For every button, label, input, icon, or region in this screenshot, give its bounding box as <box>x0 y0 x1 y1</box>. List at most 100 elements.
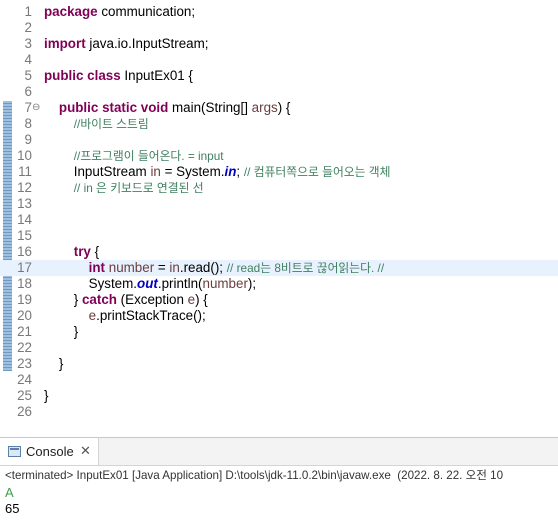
code-token: e <box>88 308 97 323</box>
code-token: = System. <box>160 164 225 179</box>
line-number: 6 <box>24 84 32 99</box>
code-line[interactable]: 22 <box>0 340 558 356</box>
code-line[interactable]: 15 <box>0 228 558 244</box>
code-line[interactable]: 18 System.out.println(number); <box>0 276 558 292</box>
fold-toggle-icon[interactable]: ⊖ <box>32 100 40 116</box>
code-line[interactable]: 9 <box>0 132 558 148</box>
code-line[interactable]: 6 <box>0 84 558 100</box>
console-output-line: 65 <box>5 501 20 516</box>
code-text: int number = in.read(); // read는 8비트로 끊어… <box>44 260 384 276</box>
code-keyword: try <box>73 244 91 259</box>
line-number: 13 <box>17 196 32 211</box>
code-token: .read(); <box>179 260 227 275</box>
code-text: } <box>44 324 79 340</box>
line-number: 8 <box>24 116 32 131</box>
code-token: ) { <box>277 100 291 115</box>
code-text: } catch (Exception e) { <box>44 292 208 308</box>
code-comment: //프로그램이 들어온다. = input <box>73 149 224 163</box>
code-token: number <box>108 260 155 275</box>
code-line[interactable]: 17 int number = in.read(); // read는 8비트로… <box>0 260 558 276</box>
code-token: { <box>90 244 100 259</box>
code-editor[interactable]: 1 package communication; 2 3 import java.io.… <box>0 0 558 420</box>
code-line[interactable]: 25} <box>0 388 558 404</box>
code-line[interactable]: 1 package communication; <box>0 4 558 20</box>
code-token: e <box>187 292 196 307</box>
code-line[interactable]: 21 } <box>0 324 558 340</box>
code-line[interactable]: 8 //바이트 스트림 <box>0 116 558 132</box>
code-line[interactable]: 7 ⊖ public static void main(String[] args… <box>0 100 558 116</box>
code-line[interactable]: 26 <box>0 404 558 420</box>
code-keyword: public <box>58 100 99 115</box>
code-text: e.printStackTrace(); <box>44 308 206 324</box>
code-token: main(String[] <box>168 100 252 115</box>
code-token: = <box>154 260 170 275</box>
line-number: 16 <box>17 244 32 259</box>
code-keyword: catch <box>81 292 117 307</box>
code-line[interactable]: 24 <box>0 372 558 388</box>
line-number: 10 <box>17 148 32 163</box>
code-token: in <box>224 164 237 179</box>
code-line[interactable]: 10 //프로그램이 들어온다. = input <box>0 148 558 164</box>
code-token: communication; <box>97 4 196 19</box>
close-icon[interactable]: ✕ <box>80 443 91 459</box>
code-keyword: public <box>44 68 84 83</box>
line-number: 19 <box>17 292 32 307</box>
code-text: } <box>44 388 48 404</box>
code-line[interactable]: 16 try { <box>0 244 558 260</box>
code-line[interactable]: 23 } <box>0 356 558 372</box>
code-token: } <box>44 388 49 403</box>
code-keyword: void <box>140 100 169 115</box>
line-number: 4 <box>24 52 32 67</box>
code-comment: //바이트 스트림 <box>73 117 149 131</box>
code-token: in <box>150 164 161 179</box>
code-token: } <box>44 324 79 339</box>
console-icon <box>8 446 21 457</box>
code-token: .printStackTrace(); <box>96 308 206 323</box>
code-token: ); <box>247 276 257 291</box>
code-line[interactable]: 13 <box>0 196 558 212</box>
line-number: 9 <box>24 132 32 147</box>
code-token: in <box>169 260 180 275</box>
code-comment: // read는 8비트로 끊어읽는다. // <box>226 261 385 275</box>
line-number: 17 <box>17 260 32 275</box>
code-line[interactable]: 14 <box>0 212 558 228</box>
code-comment: // 컴퓨터쪽으로 들어오는 객체 <box>243 165 391 179</box>
code-keyword: static <box>102 100 138 115</box>
code-token: ) { <box>195 292 208 307</box>
code-text: public static void main(String[] args) { <box>44 100 291 116</box>
code-token: ; <box>236 164 244 179</box>
code-text: InputStream in = System.in; // 컴퓨터쪽으로 들어… <box>44 164 391 180</box>
code-text: //프로그램이 들어온다. = input <box>44 148 224 164</box>
code-token: out <box>137 276 158 291</box>
line-number: 21 <box>17 324 32 339</box>
line-number: 22 <box>17 340 32 355</box>
console-tab-bar: Console ✕ <box>0 438 558 466</box>
code-text: public class InputEx01 { <box>44 68 193 84</box>
code-line[interactable]: 19 } catch (Exception e) { <box>0 292 558 308</box>
code-line[interactable]: 4 <box>0 52 558 68</box>
line-number: 3 <box>24 36 32 51</box>
code-line[interactable]: 2 <box>0 20 558 36</box>
console-input-line: A <box>5 485 14 500</box>
code-token: } <box>44 356 64 371</box>
code-line[interactable]: 5 public class InputEx01 { <box>0 68 558 84</box>
code-token: java.io.InputStream; <box>85 36 209 51</box>
code-line[interactable]: 12 // in 은 키보드로 연결된 선 <box>0 180 558 196</box>
code-line[interactable]: 20 e.printStackTrace(); <box>0 308 558 324</box>
line-number: 5 <box>24 68 32 83</box>
code-line[interactable]: 11 InputStream in = System.in; // 컴퓨터쪽으로… <box>0 164 558 180</box>
code-token: number <box>202 276 248 291</box>
line-number: 20 <box>17 308 32 323</box>
code-line[interactable]: 3 import java.io.InputStream; <box>0 36 558 52</box>
code-token: InputEx01 { <box>120 68 193 83</box>
line-number: 18 <box>17 276 32 291</box>
tab-console[interactable]: Console ✕ <box>0 438 99 465</box>
console-view: Console ✕ <terminated> InputEx01 [Java A… <box>0 437 558 522</box>
code-text: System.out.println(number); <box>44 276 256 292</box>
code-token: InputStream <box>44 164 151 179</box>
